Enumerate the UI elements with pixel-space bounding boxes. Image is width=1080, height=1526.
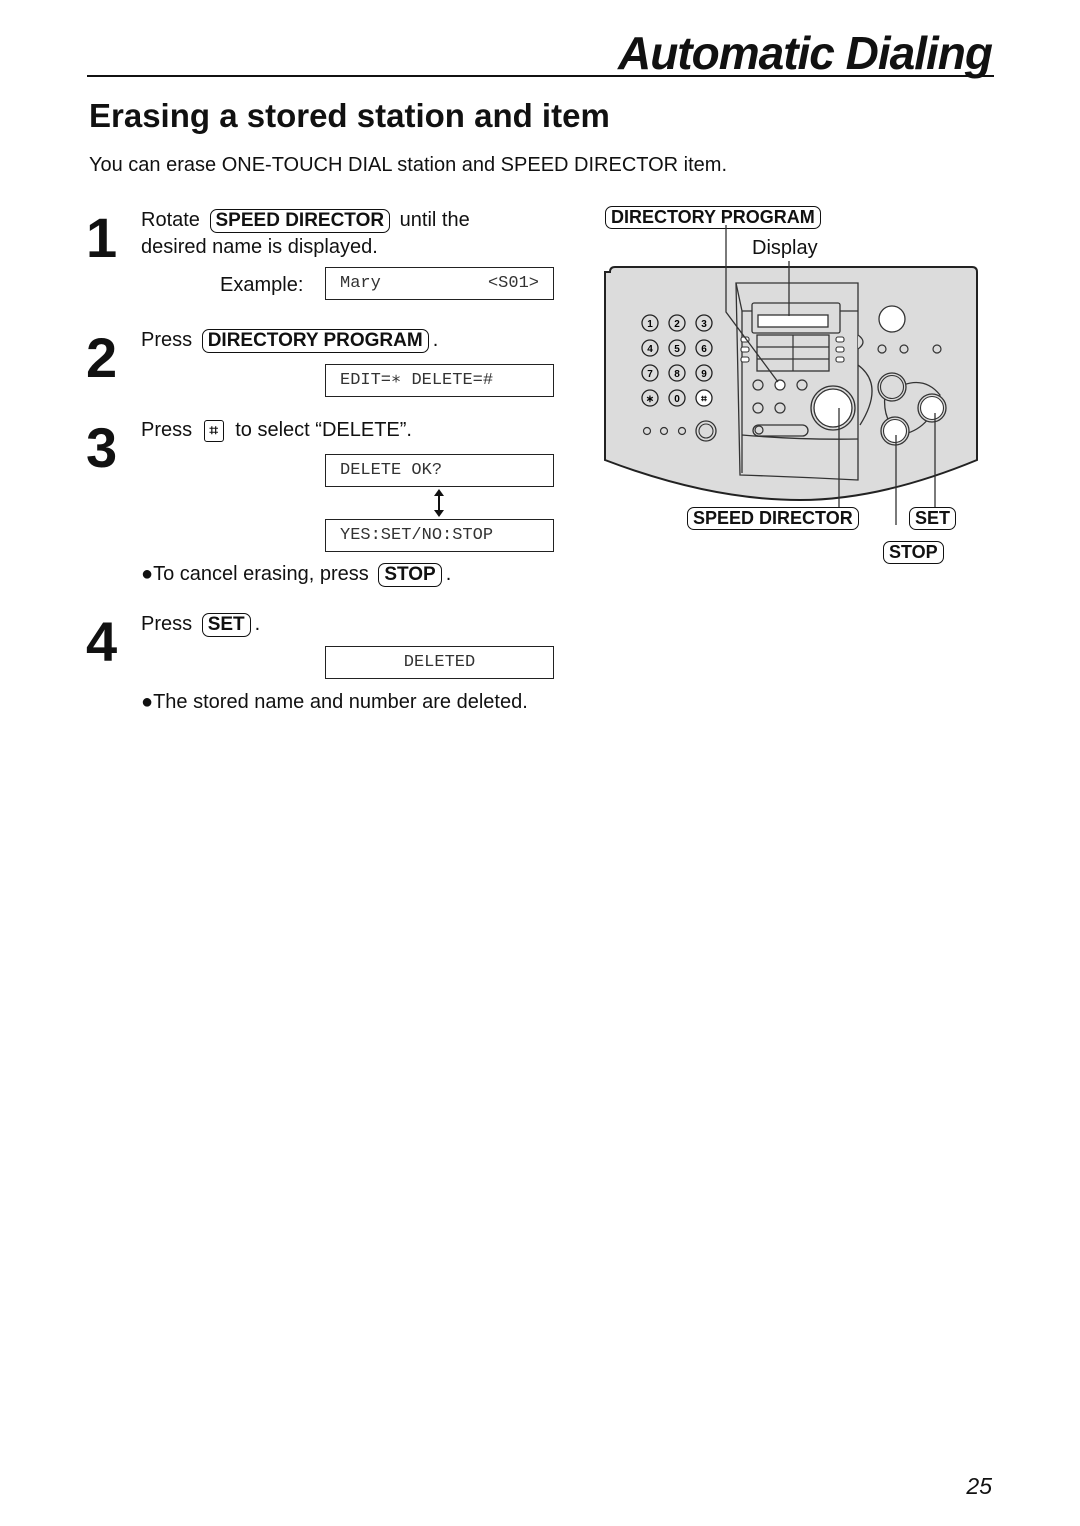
keypad-key-label: 8 — [674, 369, 680, 380]
toggle-arrow-icon — [434, 489, 444, 517]
step-1-text-after: until the — [399, 209, 470, 231]
step-4-note: ●The stored name and number are deleted. — [141, 691, 528, 713]
step-2-line-1: Press DIRECTORY PROGRAM. — [141, 327, 438, 353]
diagram-label-speed-director: SPEED DIRECTOR — [687, 507, 859, 530]
hash-key-icon: ⌗ — [203, 420, 224, 442]
page-number: 25 — [966, 1473, 992, 1499]
lcd-display-example: Mary <S01> — [325, 267, 554, 300]
lcd-display-yes-no: YES:SET/NO:STOP — [325, 519, 554, 552]
step-2-number: 2 — [86, 326, 118, 389]
keypad-key-label: 6 — [701, 344, 707, 355]
step-2-text-after: . — [432, 329, 439, 351]
step-3-text-after: to select “DELETE”. — [235, 419, 412, 441]
lcd-name: Mary — [340, 274, 381, 293]
section-title: Erasing a stored station and item — [89, 97, 610, 134]
keypad-key-label: 1 — [647, 319, 653, 330]
step-3-note-after: . — [445, 563, 452, 585]
keypad-key-label: 2 — [674, 319, 680, 330]
set-key: SET — [201, 613, 251, 637]
speed-director-key: SPEED DIRECTOR — [209, 209, 391, 233]
header-divider — [87, 75, 994, 77]
page-header-title: Automatic Dialing — [617, 27, 993, 79]
set-button — [919, 395, 945, 421]
lcd-display-edit-delete: EDIT=∗ DELETE=# — [325, 364, 554, 397]
step-3-note-text: ●To cancel erasing, press — [141, 563, 369, 585]
stop-key: STOP — [378, 563, 442, 587]
example-label: Example: — [220, 274, 304, 296]
step-3-line-1: Press ⌗ to select “DELETE”. — [141, 417, 412, 443]
step-3-text-before: Press — [141, 419, 193, 441]
keypad-key-label: 7 — [647, 369, 653, 380]
keypad-key-label: 4 — [647, 344, 653, 355]
keypad-key-label: ⌗ — [700, 394, 707, 405]
start-button — [878, 305, 906, 333]
step-1-text-before: Rotate — [141, 209, 200, 231]
keypad-key-label: ∗ — [646, 394, 654, 405]
keypad-key-label: 3 — [701, 319, 707, 330]
keypad-key-label: 5 — [674, 344, 680, 355]
fax-control-panel-diagram: 1 2 3 4 5 6 7 8 9 ∗ 0 ⌗ — [604, 225, 978, 525]
step-4-number: 4 — [86, 610, 118, 673]
stop-button — [882, 418, 908, 444]
diagram-label-set: SET — [909, 507, 957, 530]
step-1-line-1: Rotate SPEED DIRECTOR until the — [141, 207, 470, 233]
lcd-screen — [757, 314, 829, 328]
step-1-number: 1 — [86, 206, 118, 269]
lcd-display-deleted: DELETED — [325, 646, 554, 679]
speed-director-dial — [813, 388, 853, 428]
step-3-number: 3 — [86, 416, 118, 479]
step-1-line-2: desired name is displayed. — [141, 236, 378, 258]
step-3-note: ●To cancel erasing, press STOP. — [141, 561, 451, 587]
lcd-display-delete-ok: DELETE OK? — [325, 454, 554, 487]
lcd-station-code: <S01> — [487, 274, 539, 293]
intro-text: You can erase ONE-TOUCH DIAL station and… — [89, 154, 728, 176]
step-4-text-before: Press — [141, 613, 193, 635]
directory-program-key: DIRECTORY PROGRAM — [201, 329, 429, 353]
directory-program-button — [774, 379, 786, 391]
keypad-key-label: 9 — [701, 369, 707, 380]
step-4-text-after: . — [254, 613, 261, 635]
keypad-key-label: 0 — [674, 394, 680, 405]
step-4-line-1: Press SET. — [141, 611, 260, 637]
diagram-label-stop: STOP — [883, 541, 944, 564]
step-2-text-before: Press — [141, 329, 193, 351]
